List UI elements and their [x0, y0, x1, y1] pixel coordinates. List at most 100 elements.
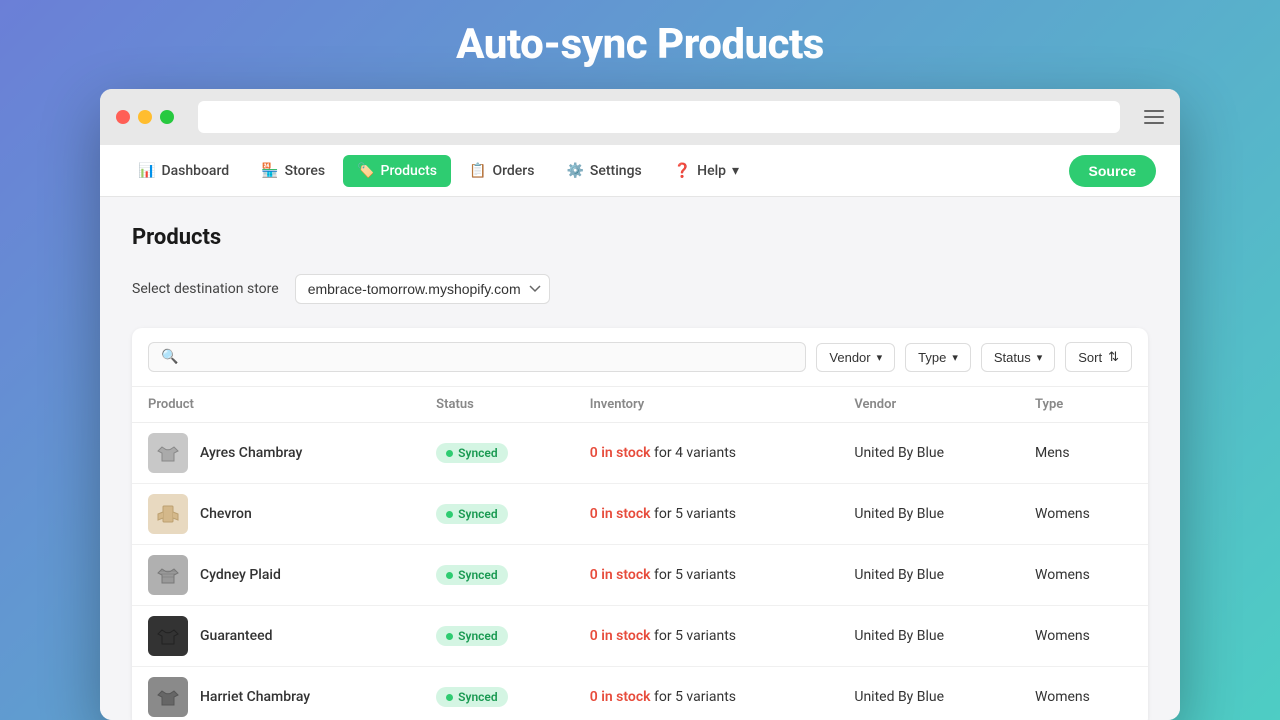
status-label: Synced — [458, 629, 497, 643]
product-image — [148, 616, 188, 656]
product-name: Guaranteed — [200, 628, 272, 644]
out-of-stock-text: 0 in stock — [590, 506, 651, 522]
col-status: Status — [420, 387, 574, 423]
status-label: Synced — [458, 568, 497, 582]
vendor-cell: United By Blue — [838, 423, 1019, 484]
product-image — [148, 555, 188, 595]
table-body: Ayres Chambray Synced 0 in stock for 4 v… — [132, 423, 1148, 720]
vendor-cell: United By Blue — [838, 545, 1019, 606]
sort-arrows-icon: ⇅ — [1108, 349, 1119, 365]
product-cell: Harriet Chambray — [148, 677, 404, 717]
products-table-container: 🔍 Vendor Type Status Sort ⇅ Product Stat… — [132, 328, 1148, 720]
col-vendor: Vendor — [838, 387, 1019, 423]
type-cell: Womens — [1019, 667, 1148, 720]
stores-icon: 🏪 — [261, 163, 278, 179]
inventory-variants: for 5 variants — [651, 567, 736, 583]
type-cell: Womens — [1019, 545, 1148, 606]
vendor-cell: United By Blue — [838, 484, 1019, 545]
status-badge: Synced — [436, 565, 507, 585]
table-row[interactable]: Harriet Chambray Synced 0 in stock for 5… — [132, 667, 1148, 720]
product-image — [148, 433, 188, 473]
nav-item-stores[interactable]: 🏪 Stores — [247, 155, 339, 187]
table-row[interactable]: Guaranteed Synced 0 in stock for 5 varia… — [132, 606, 1148, 667]
status-dot-icon — [446, 572, 453, 579]
product-cell: Guaranteed — [148, 616, 404, 656]
inventory-variants: for 4 variants — [651, 445, 736, 461]
vendor-filter-button[interactable]: Vendor — [816, 343, 895, 372]
minimize-button[interactable] — [138, 110, 152, 124]
sort-button[interactable]: Sort ⇅ — [1065, 342, 1132, 372]
store-selector-label: Select destination store — [132, 281, 279, 297]
address-bar[interactable] — [198, 101, 1120, 133]
main-content: Products Select destination store embrac… — [100, 197, 1180, 720]
status-dot-icon — [446, 694, 453, 701]
table-row[interactable]: Chevron Synced 0 in stock for 5 variants — [132, 484, 1148, 545]
store-selector-row: Select destination store embrace-tomorro… — [132, 274, 1148, 304]
browser-chrome — [100, 89, 1180, 145]
orders-icon: 📋 — [469, 163, 486, 179]
dashboard-icon: 📊 — [138, 163, 155, 179]
inventory-variants: for 5 variants — [651, 689, 736, 705]
col-inventory: Inventory — [574, 387, 839, 423]
status-badge: Synced — [436, 687, 507, 707]
table-row[interactable]: Cydney Plaid Synced 0 in stock for 5 var… — [132, 545, 1148, 606]
product-image — [148, 677, 188, 717]
product-name: Chevron — [200, 506, 252, 522]
status-filter-button[interactable]: Status — [981, 343, 1055, 372]
nav-item-help[interactable]: ❓ Help ▾ — [660, 155, 753, 187]
source-button[interactable]: Source — [1069, 155, 1156, 187]
out-of-stock-text: 0 in stock — [590, 445, 651, 461]
vendor-cell: United By Blue — [838, 606, 1019, 667]
product-cell: Cydney Plaid — [148, 555, 404, 595]
status-dot-icon — [446, 511, 453, 518]
search-input[interactable] — [186, 349, 793, 365]
traffic-lights — [116, 110, 174, 124]
inventory-variants: for 5 variants — [651, 628, 736, 644]
nav-bar: 📊 Dashboard 🏪 Stores 🏷️ Products 📋 Order… — [100, 145, 1180, 197]
content-heading: Products — [132, 225, 1148, 250]
status-badge: Synced — [436, 626, 507, 646]
maximize-button[interactable] — [160, 110, 174, 124]
nav-label-products: Products — [381, 163, 438, 179]
inventory-cell: 0 in stock for 5 variants — [574, 484, 839, 545]
nav-item-dashboard[interactable]: 📊 Dashboard — [124, 155, 243, 187]
nav-item-settings[interactable]: ⚙️ Settings — [552, 155, 655, 187]
type-cell: Womens — [1019, 484, 1148, 545]
out-of-stock-text: 0 in stock — [590, 689, 651, 705]
table-toolbar: 🔍 Vendor Type Status Sort ⇅ — [132, 328, 1148, 387]
nav-label-help: Help — [697, 163, 726, 179]
table-row[interactable]: Ayres Chambray Synced 0 in stock for 4 v… — [132, 423, 1148, 484]
search-icon: 🔍 — [161, 349, 178, 365]
products-table: Product Status Inventory Vendor Type — [132, 387, 1148, 720]
product-image — [148, 494, 188, 534]
product-name: Cydney Plaid — [200, 567, 281, 583]
type-cell: Mens — [1019, 423, 1148, 484]
type-filter-button[interactable]: Type — [905, 343, 971, 372]
help-chevron-icon: ▾ — [732, 163, 739, 179]
col-type: Type — [1019, 387, 1148, 423]
sort-label: Sort — [1078, 350, 1102, 365]
type-cell: Womens — [1019, 606, 1148, 667]
settings-icon: ⚙️ — [566, 163, 583, 179]
menu-icon[interactable] — [1144, 110, 1164, 124]
nav-label-settings: Settings — [590, 163, 642, 179]
product-cell: Ayres Chambray — [148, 433, 404, 473]
nav-item-products[interactable]: 🏷️ Products — [343, 155, 451, 187]
status-label: Synced — [458, 507, 497, 521]
product-name: Ayres Chambray — [200, 445, 302, 461]
nav-label-stores: Stores — [285, 163, 325, 179]
status-badge: Synced — [436, 504, 507, 524]
nav-item-orders[interactable]: 📋 Orders — [455, 155, 548, 187]
help-icon: ❓ — [674, 163, 691, 179]
inventory-cell: 0 in stock for 5 variants — [574, 667, 839, 720]
vendor-cell: United By Blue — [838, 667, 1019, 720]
out-of-stock-text: 0 in stock — [590, 628, 651, 644]
store-selector-dropdown[interactable]: embrace-tomorrow.myshopify.com — [295, 274, 550, 304]
status-dot-icon — [446, 450, 453, 457]
nav-label-orders: Orders — [492, 163, 534, 179]
close-button[interactable] — [116, 110, 130, 124]
status-label: Synced — [458, 446, 497, 460]
table-header: Product Status Inventory Vendor Type — [132, 387, 1148, 423]
col-product: Product — [132, 387, 420, 423]
inventory-cell: 0 in stock for 5 variants — [574, 606, 839, 667]
